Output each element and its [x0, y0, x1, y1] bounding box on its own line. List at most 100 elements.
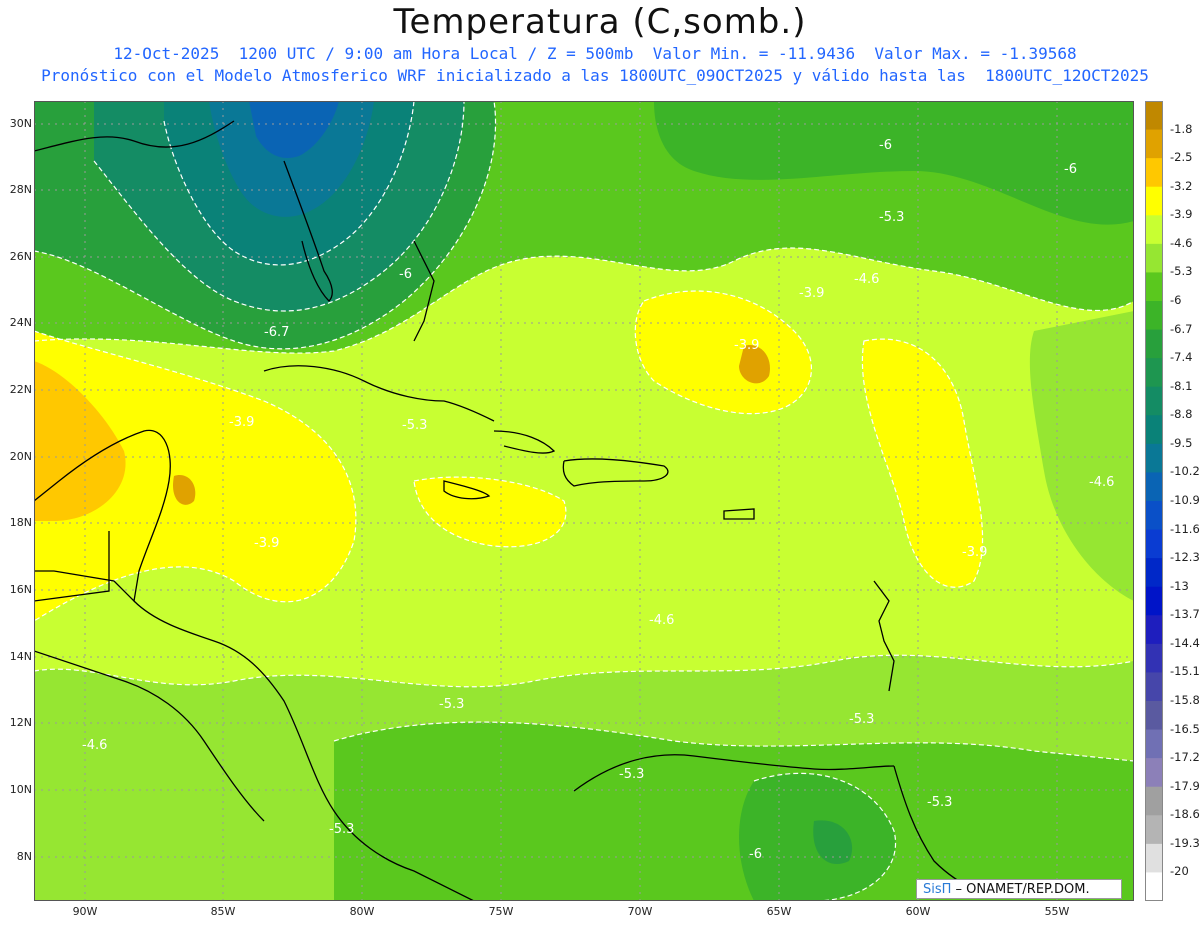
contour-label: -6.7: [264, 325, 289, 340]
contour-label: -6: [749, 847, 762, 862]
colorbar-swatch: [1145, 358, 1163, 388]
lat-label: 14N: [9, 650, 32, 663]
lat-label: 30N: [9, 117, 32, 130]
lon-label: 80W: [349, 905, 375, 918]
lat-label: 26N: [9, 250, 32, 263]
colorbar-swatch: [1145, 529, 1163, 559]
contour-label: -5.3: [439, 697, 464, 712]
lat-label: 22N: [9, 383, 32, 396]
colorbar-label: -1.8: [1170, 121, 1193, 136]
lat-label: 18N: [9, 516, 32, 529]
colorbar-label: -2.5: [1170, 150, 1193, 165]
colorbar-swatch: [1145, 758, 1163, 788]
temperature-map: -6 -6 -5.3 -6 -4.6 -3.9 -6.7 -3.9 -3.9 -…: [34, 101, 1134, 901]
colorbar-label: -20: [1170, 864, 1189, 879]
colorbar-label: -8.1: [1170, 378, 1193, 393]
colorbar-label: -14.4: [1170, 635, 1200, 650]
colorbar-swatch: [1145, 872, 1163, 901]
contour-label: -5.3: [402, 418, 427, 433]
contour-label: -4.6: [1089, 475, 1114, 490]
colorbar-label: -12.3: [1170, 550, 1200, 565]
colorbar-label: -9.5: [1170, 435, 1193, 450]
lat-label: 10N: [9, 783, 32, 796]
colorbar-label: -15.1: [1170, 664, 1200, 679]
field-south-darker: [334, 722, 1134, 901]
lat-label: 16N: [9, 583, 32, 596]
colorbar-label: -10.9: [1170, 493, 1200, 507]
contour-label: -3.9: [254, 536, 279, 551]
colorbar-label: -4.6: [1170, 235, 1193, 250]
colorbar-label: -18.6: [1170, 807, 1200, 822]
contour-label: -5.3: [619, 767, 644, 782]
colorbar-label: -13: [1170, 578, 1189, 593]
map-subtitle-model-info: Pronóstico con el Modelo Atmosferico WRF…: [41, 66, 1149, 85]
colorbar-swatch: [1145, 301, 1163, 331]
colorbar-swatch: [1145, 215, 1163, 245]
colorbar-swatch: [1145, 158, 1163, 188]
colorbar-label: -7.4: [1170, 350, 1193, 365]
contour-label: -5.3: [927, 795, 952, 810]
contour-label: -5.3: [879, 210, 904, 225]
colorbar-swatch: [1145, 672, 1163, 702]
colorbar-label: -5.3: [1170, 264, 1193, 279]
contour-label: -5.3: [329, 822, 354, 837]
colorbar-swatch: [1145, 415, 1163, 445]
lon-label: 85W: [210, 905, 236, 918]
contour-label: -3.9: [229, 415, 254, 430]
colorbar-label: -6: [1170, 293, 1182, 307]
colorbar-swatch: [1145, 272, 1163, 302]
lon-label: 65W: [766, 905, 792, 918]
lon-label: 55W: [1044, 905, 1070, 918]
colorbar-label: -3.9: [1170, 207, 1193, 222]
colorbar-swatch: [1145, 729, 1163, 759]
contour-label: -4.6: [649, 613, 674, 628]
lat-label: 20N: [9, 450, 32, 463]
colorbar-label: -3.2: [1170, 178, 1193, 193]
colorbar-swatch: [1145, 786, 1163, 816]
credit-box: SisΠ – ONAMET/REP.DOM.: [916, 879, 1122, 899]
colorbar: [1145, 101, 1163, 901]
contour-label: -3.9: [962, 545, 987, 560]
map-title: Temperatura (C,somb.): [393, 2, 807, 42]
colorbar-label: -15.8: [1170, 693, 1200, 707]
lat-label: 8N: [16, 850, 32, 863]
contour-label: -3.9: [734, 338, 759, 353]
colorbar-swatch: [1145, 101, 1163, 131]
lon-label: 75W: [488, 905, 514, 918]
lon-label: 60W: [905, 905, 931, 918]
colorbar-swatch: [1145, 815, 1163, 845]
contour-label: -6: [879, 138, 892, 153]
colorbar-swatch: [1145, 386, 1163, 416]
lat-label: 12N: [9, 716, 32, 729]
colorbar-label: -13.7: [1170, 607, 1200, 622]
colorbar-swatch: [1145, 129, 1163, 159]
colorbar-swatch: [1145, 615, 1163, 645]
credit-text: – ONAMET/REP.DOM.: [951, 882, 1090, 897]
colorbar-swatch: [1145, 186, 1163, 216]
colorbar-swatch: [1145, 443, 1163, 473]
lon-label: 90W: [72, 905, 98, 918]
contour-label: -6: [1064, 162, 1077, 177]
colorbar-label: -16.5: [1170, 721, 1200, 736]
contour-label: -4.6: [82, 738, 107, 753]
contour-label: -3.9: [799, 286, 824, 301]
colorbar-swatch: [1145, 243, 1163, 273]
colorbar-swatch: [1145, 329, 1163, 359]
colorbar-swatch: [1145, 843, 1163, 873]
lon-label: 70W: [627, 905, 653, 918]
colorbar-label: -10.2: [1170, 464, 1200, 479]
credit-brand: SisΠ: [923, 882, 952, 897]
colorbar-label: -11.6: [1170, 521, 1200, 536]
lat-label: 28N: [9, 183, 32, 196]
lat-label: 24N: [9, 316, 32, 329]
map-subtitle-valid-time: 12-Oct-2025 1200 UTC / 9:00 am Hora Loca…: [113, 44, 1077, 63]
colorbar-label: -19.3: [1170, 835, 1200, 850]
colorbar-swatch: [1145, 643, 1163, 673]
colorbar-swatch: [1145, 501, 1163, 531]
colorbar-label: -6.7: [1170, 321, 1193, 336]
colorbar-label: -17.2: [1170, 750, 1200, 765]
contour-label: -5.3: [849, 712, 874, 727]
colorbar-swatch: [1145, 701, 1163, 731]
colorbar-label: -8.8: [1170, 407, 1193, 422]
colorbar-label: -17.9: [1170, 778, 1200, 793]
